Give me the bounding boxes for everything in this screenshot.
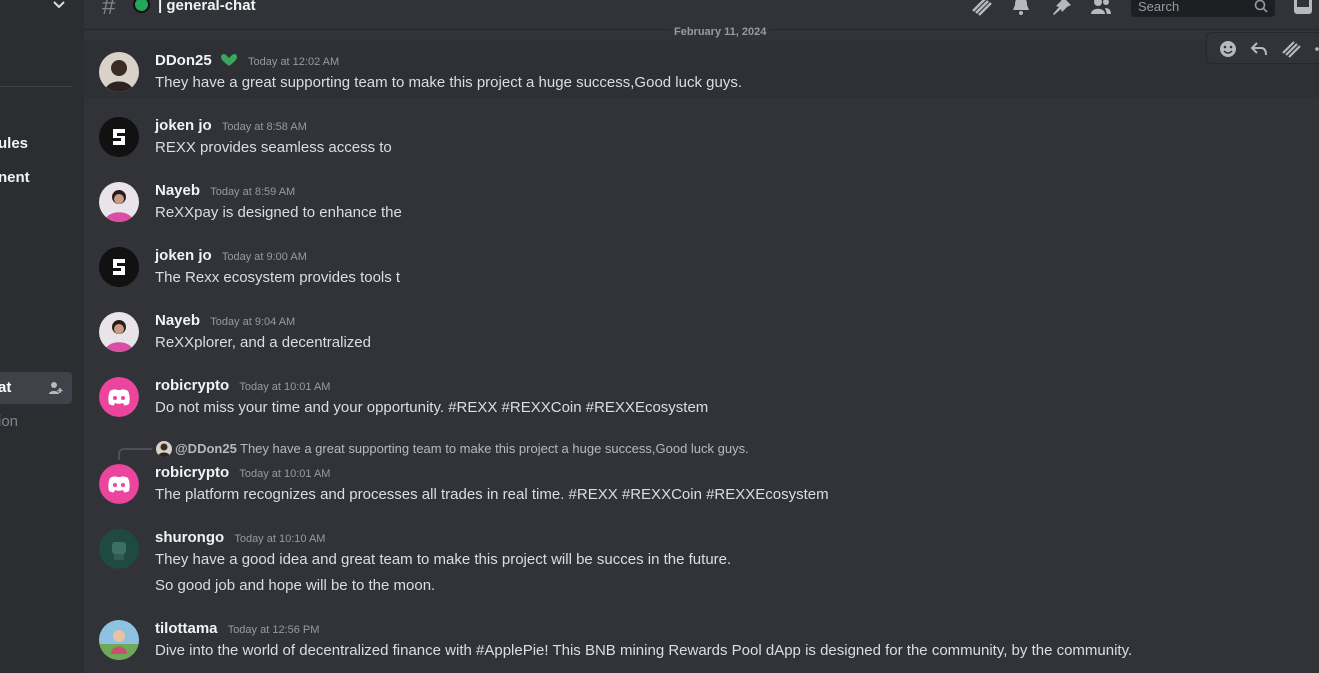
invite-user-icon[interactable] [48,380,64,396]
author-name[interactable]: robicrypto [155,464,229,481]
avatar[interactable] [99,529,139,569]
message-actions-toolbar [1206,32,1319,64]
reply-avatar [156,441,172,457]
message-item[interactable]: robicrypto Today at 10:01 AM Do not miss… [84,372,1319,430]
more-options-icon[interactable] [1311,39,1319,59]
reply-reference[interactable]: @DDon25 They have a great supporting tea… [84,440,984,460]
message-text: They have a great supporting team to mak… [155,74,742,91]
message-author[interactable]: robicrypto Today at 10:01 AM [155,464,330,481]
message-item[interactable]: robicrypto Today at 10:01 AM The platfor… [84,459,1319,517]
message-item[interactable]: Nayeb Today at 8:59 AM ReXXpay is design… [84,177,1319,235]
sidebar-divider [0,86,72,87]
message-text: So good job and hope will be to the moon… [155,577,436,594]
avatar[interactable] [99,182,139,222]
channel-sidebar: ules nent at ion [0,0,84,673]
reply-icon[interactable] [1249,39,1269,59]
sidebar-item-discussion[interactable]: ion [0,413,18,430]
message-item[interactable]: shurongo Today at 10:10 AM They have a g… [84,524,1319,604]
avatar[interactable] [99,620,139,660]
message-item[interactable]: joken jo Today at 9:00 AM The Rexx ecosy… [84,242,1319,300]
message-item[interactable]: joken jo Today at 8:58 AM REXX provides … [84,112,1319,170]
create-thread-icon[interactable] [1281,39,1301,59]
message-item[interactable]: tilottama Today at 12:56 PM Dive into th… [84,615,1319,673]
sidebar-item-label: at [0,379,12,396]
pin-icon[interactable] [1050,0,1072,16]
message-author[interactable]: joken jo Today at 9:00 AM [155,247,307,264]
search-icon [1254,0,1268,13]
add-reaction-icon[interactable] [1218,39,1238,59]
message-timestamp: Today at 8:58 AM [221,121,307,133]
bell-icon[interactable] [1010,0,1032,16]
reply-text[interactable]: They have a great supporting team to mak… [240,441,749,456]
message-author[interactable]: tilottama Today at 12:56 PM [155,620,319,637]
search-placeholder: Search [1138,0,1180,14]
message-text: The Rexx ecosystem provides tools t [155,269,401,286]
avatar[interactable] [99,52,139,92]
sidebar-item-rules[interactable]: ules [0,135,28,152]
reply-author[interactable]: @DDon25 [175,441,237,456]
author-name[interactable]: tilottama [155,620,218,637]
search-input[interactable]: Search [1131,0,1275,17]
message-text: Dive into the world of decentralized fin… [155,642,1133,659]
message-author[interactable]: joken jo Today at 8:58 AM [155,117,307,134]
avatar[interactable] [99,247,139,287]
role-badge-icon [220,53,237,66]
message-timestamp: Today at 12:02 AM [248,56,340,68]
message-author[interactable]: DDon25 Today at 12:02 AM [155,52,339,69]
sidebar-item-general-chat[interactable]: at [0,372,72,404]
avatar[interactable] [99,117,139,157]
author-name[interactable]: Nayeb [155,182,200,199]
date-separator-label: February 11, 2024 [670,26,771,38]
message-text: ReXXplorer, and a decentralized [155,334,371,351]
message-timestamp: Today at 10:10 AM [234,533,326,545]
message-author[interactable]: Nayeb Today at 8:59 AM [155,182,295,199]
avatar[interactable] [99,377,139,417]
message-author[interactable]: Nayeb Today at 9:04 AM [155,312,295,329]
message-timestamp: Today at 10:01 AM [239,381,331,393]
message-item[interactable]: DDon25 Today at 12:02 AM They have a gre… [84,40,1319,98]
message-author[interactable]: shurongo Today at 10:10 AM [155,529,325,546]
message-timestamp: Today at 12:56 PM [227,624,320,636]
date-separator: February 11, 2024 [100,26,1319,40]
message-timestamp: Today at 9:04 AM [210,316,296,328]
message-text: REXX provides seamless access to [155,139,392,156]
online-status-icon [133,0,150,13]
author-name[interactable]: shurongo [155,529,224,546]
message-timestamp: Today at 8:59 AM [210,186,296,198]
message-author[interactable]: robicrypto Today at 10:01 AM [155,377,330,394]
members-icon[interactable] [1090,0,1112,16]
inbox-icon[interactable] [1293,0,1313,15]
message-timestamp: Today at 9:00 AM [221,251,307,263]
author-name[interactable]: robicrypto [155,377,229,394]
message-timestamp: Today at 10:01 AM [239,468,331,480]
message-text: The platform recognizes and processes al… [155,486,829,503]
author-name[interactable]: DDon25 [155,52,212,69]
author-name[interactable]: joken jo [155,117,212,134]
channel-title: | general-chat [158,0,256,14]
message-item[interactable]: Nayeb Today at 9:04 AM ReXXplorer, and a… [84,307,1319,365]
threads-icon[interactable] [970,0,992,16]
author-name[interactable]: joken jo [155,247,212,264]
avatar[interactable] [99,312,139,352]
author-name[interactable]: Nayeb [155,312,200,329]
message-text: They have a good idea and great team to … [155,551,732,568]
message-text: ReXXpay is designed to enhance the [155,204,402,221]
avatar[interactable] [99,464,139,504]
message-text: Do not miss your time and your opportuni… [155,399,709,416]
sidebar-item-announcement[interactable]: nent [0,169,30,186]
hash-icon: # [102,0,116,20]
chevron-down-icon[interactable] [50,0,68,14]
